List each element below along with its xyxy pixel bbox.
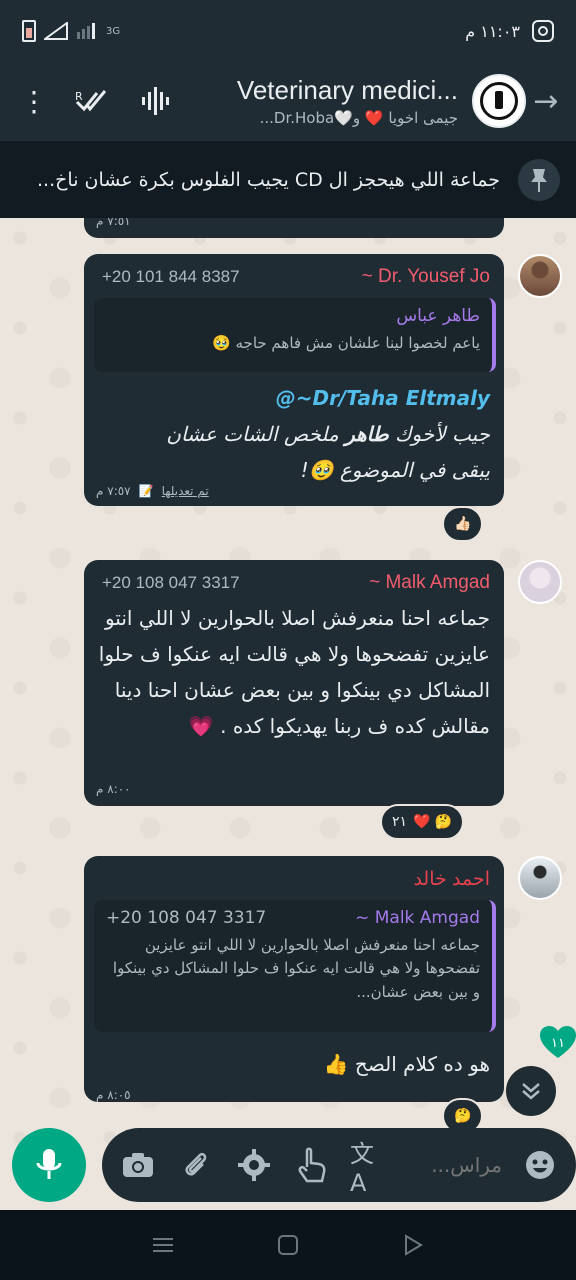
reaction-pill[interactable]: ٢١ ❤️ 🤔 — [380, 804, 465, 840]
double-chevron-down-icon — [522, 1083, 540, 1100]
thumbs-up-reaction: 👍🏻 — [454, 516, 472, 532]
message-input[interactable] — [408, 1153, 502, 1177]
mic-button[interactable] — [12, 1128, 86, 1202]
more-options-icon[interactable]: ⋮ — [14, 85, 54, 118]
message-text: هو ده كلام الصح 👍 — [323, 1052, 490, 1076]
message-time: ٧:٥١ م — [96, 218, 131, 228]
instagram-icon — [532, 20, 554, 42]
mic-icon — [36, 1149, 62, 1179]
message-meta: ٧:٥٧ م 📝 تم تعديلها — [96, 484, 209, 498]
group-name: Veterinary medici... — [236, 75, 458, 105]
group-avatar[interactable] — [472, 74, 526, 128]
unread-count: ١١ — [551, 1035, 565, 1051]
message-time: ٨:٠٥ م — [96, 1088, 131, 1102]
mention-link[interactable]: @~Dr/Taha Eltmaly — [276, 386, 490, 410]
avatar[interactable] — [518, 560, 562, 604]
home-icon[interactable] — [268, 1225, 308, 1265]
pin-icon[interactable] — [518, 158, 560, 201]
network-type: 3G — [106, 25, 121, 37]
sender-phone: +20 108 047 3317 — [102, 573, 240, 592]
touch-hand-icon[interactable] — [292, 1145, 332, 1185]
chat-messages[interactable]: ٧:٥١ م +20 101 844 8387 ~ Dr. Yousef Jo … — [0, 218, 576, 1210]
sender-phone: +20 101 844 8387 — [102, 267, 240, 286]
message-time: ٧:٥٧ م — [96, 484, 131, 498]
recents-icon[interactable] — [143, 1225, 183, 1265]
heart-thinking-reactions: ❤️ 🤔 — [413, 814, 453, 830]
audio-waveform-icon[interactable] — [136, 81, 176, 121]
message-compose: 文A — [102, 1128, 576, 1202]
quoted-message[interactable]: +20 108 047 3317 ~ Malk Amgad جماعه احنا… — [94, 900, 496, 1032]
message-text-part: جيب لأخوك — [388, 422, 490, 446]
sender-name[interactable]: ~ Dr. Yousef Jo — [362, 266, 490, 288]
settings-gear-icon[interactable] — [234, 1145, 274, 1185]
avatar[interactable] — [518, 254, 562, 298]
chat-title-block[interactable]: Veterinary medici... جيمى اخويا ❤️ و🤍Dr.… — [176, 75, 472, 127]
message-bubble[interactable]: احمد خالد +20 108 047 3317 ~ Malk Amgad … — [84, 856, 504, 1102]
system-nav-bar — [0, 1210, 576, 1280]
message-text: جماعه احنا منعرفش اصلا بالحوارين لا اللي… — [98, 606, 490, 738]
quoted-message[interactable]: طاهر عباس ياعم لخصوا لينا علشان مش فاهم … — [94, 298, 496, 372]
emoji-icon[interactable] — [520, 1145, 560, 1185]
quote-sender: طاهر عباس — [396, 306, 480, 326]
message-text-bold: طاهر — [345, 422, 389, 446]
quote-phone: +20 108 047 3317 — [106, 908, 267, 928]
battery-icon — [22, 20, 36, 42]
scroll-down-button[interactable] — [506, 1066, 556, 1116]
sender-name[interactable]: ~ Malk Amgad — [369, 572, 490, 594]
signal-bars-icon — [77, 23, 95, 39]
pinned-message-bar[interactable]: جماعة اللي هيحجز ال CD يجيب الفلوس بكرة … — [0, 140, 576, 218]
quote-text: ياعم لخصوا لينا علشان مش فاهم حاجه 🥹 — [212, 334, 480, 352]
unread-badge[interactable]: ١١ — [540, 1026, 576, 1060]
message-time: ٨:٠٠ م — [96, 782, 131, 796]
back-arrow-icon[interactable]: → — [530, 84, 562, 119]
pinned-message-text: جماعة اللي هيحجز ال CD يجيب الفلوس بكرة … — [37, 168, 500, 191]
reaction-count: ٢١ — [392, 814, 408, 830]
sender-name[interactable]: احمد خالد — [413, 868, 490, 891]
quote-text: جماعه احنا منعرفش اصلا بالحوارين لا اللي… — [112, 936, 480, 1001]
svg-text:R: R — [75, 90, 83, 103]
chat-header: ⋮ R Veterinary medici... جيمى اخويا ❤️ و… — [0, 62, 576, 140]
message-text-part: ملخص الشات عشان — [166, 422, 346, 446]
back-icon[interactable] — [393, 1225, 433, 1265]
edited-label[interactable]: تم تعديلها — [162, 484, 209, 498]
message-text: @~Dr/Taha Eltmaly جيب لأخوك طاهر ملخص ال… — [98, 380, 490, 488]
translate-icon[interactable]: 文A — [350, 1140, 390, 1197]
attach-icon[interactable] — [176, 1145, 216, 1185]
quote-sender: ~ Malk Amgad — [355, 908, 480, 928]
reaction-pill[interactable]: 👍🏻 — [442, 506, 484, 542]
message-bubble[interactable]: +20 101 844 8387 ~ Dr. Yousef Jo طاهر عب… — [84, 254, 504, 506]
message-bubble[interactable]: +20 108 047 3317 ~ Malk Amgad جماعه احنا… — [84, 560, 504, 806]
clock: ١١:٠٣ م — [465, 21, 520, 41]
previous-message-bubble[interactable]: ٧:٥١ م — [84, 218, 504, 238]
message-text-line: يبقى في الموضوع 🥹! — [300, 458, 490, 482]
compose-bar: 文A — [0, 1116, 576, 1210]
read-receipt-icon[interactable]: R — [72, 81, 112, 121]
group-members: جيمى اخويا ❤️ و🤍Dr.Hoba... — [259, 109, 458, 127]
avatar[interactable] — [518, 856, 562, 900]
status-bar: 3G ١١:٠٣ م — [0, 0, 576, 62]
vet-logo-icon — [480, 82, 518, 120]
edit-icon: 📝 — [138, 484, 154, 498]
signal-icon — [44, 22, 68, 40]
camera-icon[interactable] — [118, 1145, 158, 1185]
